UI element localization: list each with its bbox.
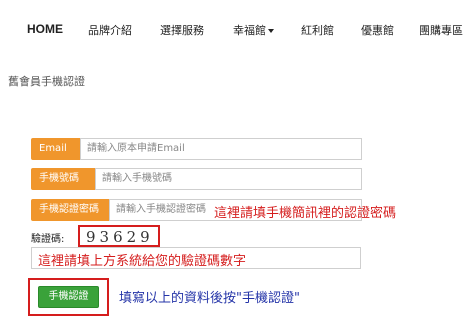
captcha-image: 93629 [78,225,160,247]
nav-services[interactable]: 選擇服務 [160,22,204,38]
phone-field[interactable]: 請輸入手機號碼 [95,168,362,190]
phone-verify-button[interactable]: 手機認證 [38,286,99,308]
sms-code-note: 這裡請填手機簡訊裡的認證密碼 [214,206,397,221]
nav-group-buy[interactable]: 團購專區 [419,22,463,38]
nav-offers[interactable]: 優惠館 [361,22,394,38]
captcha-label: 驗證碼: [31,234,65,245]
top-navbar: HOME 品牌介紹 選擇服務 幸福館 紅利館 優惠館 團購專區 [0,0,474,58]
nav-brand-intro[interactable]: 品牌介紹 [88,22,132,38]
phone-label: 手機號碼 [31,168,95,190]
captcha-note: 這裡請填上方系統給您的驗證碼數字 [38,254,247,269]
page-title: 舊會員手機認證 [8,75,85,88]
nav-happiness-dropdown[interactable]: 幸福館 [233,22,274,38]
email-field[interactable]: 請輸入原本申請Email [80,138,362,160]
nav-home[interactable]: HOME [27,22,63,36]
submit-note: 填寫以上的資料後按"手機認證" [119,291,300,306]
captcha-digits: 93629 [86,228,154,246]
email-label: Email [31,138,80,160]
nav-bonus[interactable]: 紅利館 [301,22,334,38]
chevron-down-icon [268,29,274,33]
sms-code-label: 手機認證密碼 [31,199,109,221]
nav-happiness-label: 幸福館 [233,24,266,37]
